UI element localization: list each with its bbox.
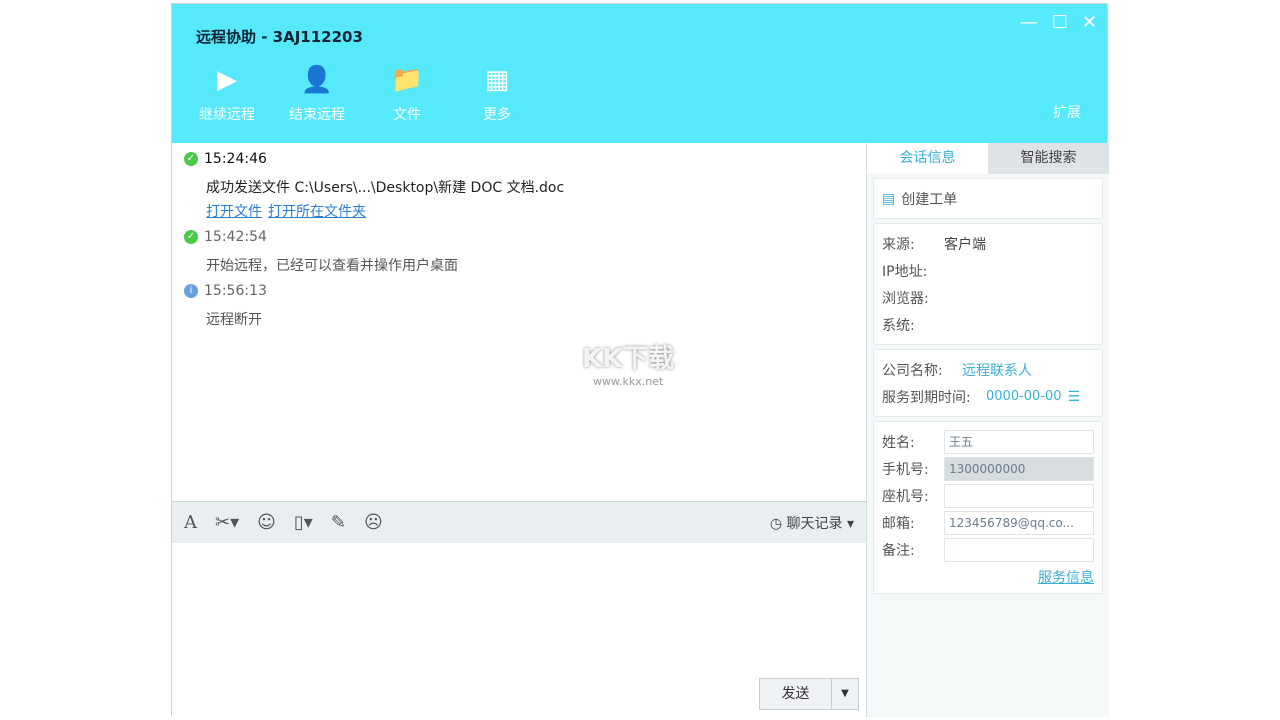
chat-log: ✓ 15:24:46 成功发送文件 C:\Users\...\Desktop\新建… xyxy=(172,143,866,501)
event-message: 成功发送文件 C:\Users\...\Desktop\新建 DOC 文档.do… xyxy=(206,177,854,197)
source-value: 客户端 xyxy=(944,234,986,254)
window-title: 远程协助 - 3AJ112203 xyxy=(196,26,363,47)
send-options-chevron-icon[interactable]: ▼ xyxy=(832,679,858,709)
event-time: 15:24:46 xyxy=(204,151,267,167)
monitor-play-icon: ▶ xyxy=(187,62,267,98)
chat-history-label: 聊天记录 xyxy=(787,516,843,532)
landline-label: 座机号: xyxy=(882,486,944,506)
minimize-button[interactable]: — xyxy=(1020,12,1038,33)
name-label: 姓名: xyxy=(882,432,944,452)
email-field[interactable]: 123456789@qq.co... xyxy=(944,511,1094,535)
contact-info: 姓名:王五 手机号:1300000000 座机号: 邮箱:123456789@q… xyxy=(873,421,1103,594)
continue-remote-button[interactable]: ▶ 继续远程 xyxy=(187,62,267,124)
document-icon: ▤ xyxy=(882,191,895,207)
header: 远程协助 - 3AJ112203 — ☐ ✕ ▶ 继续远程 👤 结束远程 📁 文件 ▦… xyxy=(172,4,1107,143)
name-field[interactable]: 王五 xyxy=(944,430,1094,454)
event-message: 开始远程，已经可以查看并操作用户桌面 xyxy=(206,255,854,275)
success-check-icon: ✓ xyxy=(184,152,198,166)
shake-window-icon[interactable]: ▯▾ xyxy=(294,512,313,533)
label: 继续远程 xyxy=(187,104,267,124)
file-button[interactable]: 📁 文件 xyxy=(367,62,447,124)
folder-icon: 📁 xyxy=(367,62,447,98)
info-panel: 会话信息 智能搜索 ▤ 创建工单 来源:客户端 IP地址: 浏览器: 系统: 公司… xyxy=(866,143,1109,717)
end-remote-user-icon: 👤 xyxy=(277,62,357,98)
label: 文件 xyxy=(367,104,447,124)
expand-button[interactable]: 扩展 xyxy=(1053,102,1081,122)
clock-icon: ◷ xyxy=(770,516,787,532)
send-button[interactable]: 发送 xyxy=(760,679,832,709)
ip-label: IP地址: xyxy=(882,261,944,281)
browser-label: 浏览器: xyxy=(882,288,944,308)
info-icon: i xyxy=(184,284,198,298)
close-button[interactable]: ✕ xyxy=(1082,12,1097,33)
event-item: ✓ 15:42:54 开始远程，已经可以查看并操作用户桌面 xyxy=(184,229,854,275)
font-icon[interactable]: A xyxy=(184,512,197,533)
watermark-brand: KK下载 xyxy=(582,338,674,375)
tab-smart-search[interactable]: 智能搜索 xyxy=(988,143,1109,174)
list-icon[interactable]: ☰ xyxy=(1068,389,1081,405)
tab-session-info[interactable]: 会话信息 xyxy=(867,143,988,174)
note-field[interactable] xyxy=(944,538,1094,562)
event-item: ✓ 15:24:46 成功发送文件 C:\Users\...\Desktop\新建… xyxy=(184,151,854,221)
screenshot-scissors-icon[interactable]: ✂▾ xyxy=(215,512,239,533)
expiry-value: 0000-00-00 xyxy=(986,389,1062,404)
success-check-icon: ✓ xyxy=(184,230,198,244)
remote-assist-window: 远程协助 - 3AJ112203 — ☐ ✕ ▶ 继续远程 👤 结束远程 📁 文件 ▦… xyxy=(171,3,1108,716)
watermark: KK下载www.kkx.net xyxy=(582,338,674,388)
quick-reply-icon[interactable]: ☹ xyxy=(364,512,383,533)
edit-icon[interactable]: ✎ xyxy=(331,512,346,533)
company-value: 远程联系人 xyxy=(962,360,1032,380)
watermark-url: www.kkx.net xyxy=(582,375,674,388)
end-remote-button[interactable]: 👤 结束远程 xyxy=(277,62,357,124)
event-message: 远程断开 xyxy=(206,309,854,329)
create-ticket-label: 创建工单 xyxy=(901,189,957,209)
chat-history-button[interactable]: ◷ 聊天记录 ▾ xyxy=(770,513,854,533)
event-item: i 15:56:13 远程断开 xyxy=(184,283,854,329)
maximize-button[interactable]: ☐ xyxy=(1052,12,1068,33)
label: 更多 xyxy=(457,104,537,124)
company-info: 公司名称:远程联系人 服务到期时间:0000-00-00 ☰ xyxy=(873,349,1103,417)
note-label: 备注: xyxy=(882,540,944,560)
create-ticket-button[interactable]: ▤ 创建工单 xyxy=(873,178,1103,219)
grid-icon: ▦ xyxy=(457,62,537,98)
source-label: 来源: xyxy=(882,234,944,254)
input-toolbar: A ✂▾ ☺ ▯▾ ✎ ☹ ◷ 聊天记录 ▾ xyxy=(172,501,866,543)
os-label: 系统: xyxy=(882,315,944,335)
company-label: 公司名称: xyxy=(882,360,962,380)
source-info: 来源:客户端 IP地址: 浏览器: 系统: xyxy=(873,223,1103,345)
expiry-label: 服务到期时间: xyxy=(882,387,986,407)
label: 结束远程 xyxy=(277,104,357,124)
email-label: 邮箱: xyxy=(882,513,944,533)
open-file-link[interactable]: 打开文件 xyxy=(206,204,262,220)
service-info-link[interactable]: 服务信息 xyxy=(882,567,1094,587)
event-time: 15:42:54 xyxy=(204,229,267,245)
mobile-field[interactable]: 1300000000 xyxy=(944,457,1094,481)
open-folder-link[interactable]: 打开所在文件夹 xyxy=(268,204,366,220)
event-time: 15:56:13 xyxy=(204,283,267,299)
send-button-group: 发送 ▼ xyxy=(759,678,859,710)
landline-field[interactable] xyxy=(944,484,1094,508)
emoji-icon[interactable]: ☺ xyxy=(257,512,276,533)
more-button[interactable]: ▦ 更多 xyxy=(457,62,537,124)
mobile-label: 手机号: xyxy=(882,459,944,479)
